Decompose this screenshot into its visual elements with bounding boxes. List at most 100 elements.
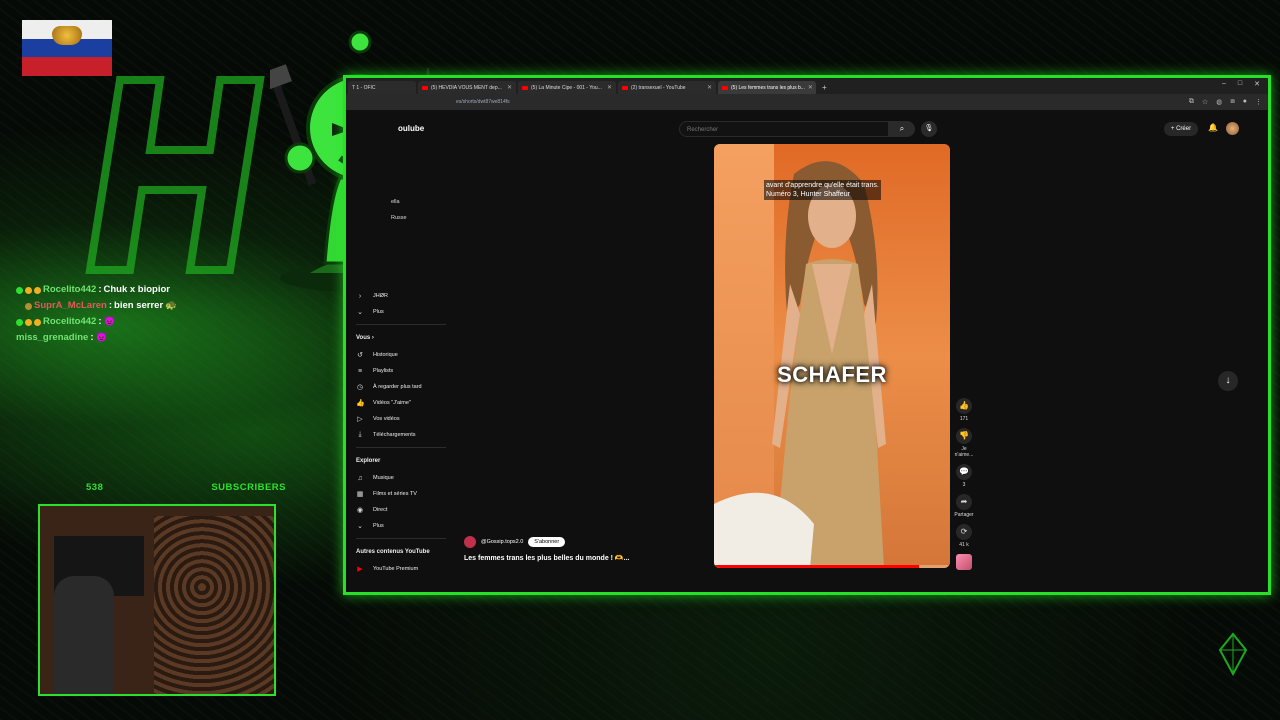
dislike-action[interactable]: 👎 Je n'aime...: [954, 428, 974, 458]
sidebar-item-films[interactable]: ▦ Films et séries TV: [356, 486, 446, 502]
badge-spacer: [16, 303, 23, 310]
sidebar-item-live[interactable]: ◉ Direct: [356, 502, 446, 518]
sidebar-item-history[interactable]: ↺ Historique: [356, 347, 446, 363]
chat-message: SuprA_McLaren : bien serrer 🐢: [16, 298, 216, 314]
youtube-icon: [622, 85, 628, 90]
sidebar-item-playlists[interactable]: ≡ Playlists: [356, 363, 446, 379]
sidebar-heading-you[interactable]: Vous ›: [356, 329, 446, 347]
like-icon[interactable]: 👍: [956, 398, 972, 414]
share-action[interactable]: ➦ Partager: [954, 494, 974, 518]
chat-message: Rocelito442 : Chuk x biopior: [16, 282, 216, 298]
url-text[interactable]: es/shorts/dwt87we814fs: [456, 99, 510, 105]
tab[interactable]: T 1 - OFIC: [348, 81, 416, 94]
russia-flag: [22, 20, 112, 76]
channel-avatar[interactable]: [464, 536, 476, 548]
youtube-icon: [722, 85, 728, 90]
comment-icon[interactable]: 💬: [956, 464, 972, 480]
sidebar-item-label: Direct: [373, 507, 388, 513]
sidebar-fragment[interactable]: Russe: [391, 210, 407, 226]
install-icon[interactable]: ⧉: [1189, 98, 1194, 106]
webcam-wall-artwork: [154, 516, 274, 694]
tab[interactable]: (2) transexuel - YouTube ✕: [618, 81, 716, 94]
comment-action[interactable]: 💬 3: [954, 464, 974, 488]
tab-active[interactable]: (5) Les femmes trans les plus b... ✕: [718, 81, 816, 94]
sidebar-item-more-explore[interactable]: ⌄ Plus: [356, 518, 446, 534]
browser-window: T 1 - OFIC (5) HEVDIA VOUS MENT dep... ✕ …: [343, 75, 1271, 595]
chat-separator: :: [90, 332, 94, 343]
sidebar-heading-explore: Explorer: [356, 452, 446, 470]
toolbar-icons: ⧉ ☆ ◍ ⧈ ● ⋮: [1189, 98, 1262, 106]
remix-action[interactable]: ⟳ 41 k: [954, 524, 974, 548]
close-icon[interactable]: ✕: [507, 84, 512, 91]
extension-icon[interactable]: ◍: [1216, 98, 1222, 106]
menu-icon[interactable]: ⋮: [1255, 98, 1262, 106]
share-icon[interactable]: ➦: [956, 494, 972, 510]
audio-track-thumbnail[interactable]: [956, 554, 972, 570]
video-title[interactable]: Les femmes trans les plus belles du mond…: [464, 554, 629, 562]
channel-name[interactable]: @Gossip.tops2.0: [481, 539, 523, 545]
avatar[interactable]: [1226, 122, 1239, 135]
webcam-panel: 538 SUBSCRIBERS: [36, 482, 286, 696]
like-action[interactable]: 👍 171: [954, 398, 974, 422]
coat-of-arms-icon: [52, 26, 82, 45]
channel-info: @Gossip.tops2.0 S'abonner: [464, 536, 566, 548]
webcam-video: [38, 504, 276, 696]
youtube-icon: [422, 85, 428, 90]
youtube-logo-fragment[interactable]: oulube: [398, 124, 424, 133]
search-icon[interactable]: ⌕: [889, 121, 915, 137]
video-caption: avant d'apprendre qu'elle était trans. N…: [764, 180, 881, 200]
sidebar-item-downloads[interactable]: ⤓ Téléchargements: [356, 427, 446, 443]
clock-icon: ◷: [356, 384, 364, 391]
chevron-down-icon: ⌄: [357, 523, 363, 530]
puzzle-icon[interactable]: ⧈: [1230, 98, 1234, 106]
tab[interactable]: (5) La Minute Cipe - 001 - You... ✕: [518, 81, 616, 94]
maximize-button[interactable]: □: [1238, 80, 1242, 88]
create-button[interactable]: + Créer: [1164, 122, 1198, 136]
chat-username: SuprA_McLaren: [34, 300, 107, 311]
chat-text: Chuk x biopior: [103, 284, 171, 295]
chevron-right-icon: ›: [371, 335, 374, 341]
sidebar-item-more[interactable]: ⌄ Plus: [356, 304, 446, 320]
video-progress-fill: [714, 565, 920, 568]
live-icon: ◉: [356, 507, 364, 514]
search-input[interactable]: Rechercher: [679, 121, 889, 137]
film-icon: ▦: [356, 491, 364, 498]
sidebar-item-jhor[interactable]: › JHØR: [356, 288, 446, 304]
tab-title: (2) transexuel - YouTube: [631, 84, 686, 91]
sidebar-item-watch-later[interactable]: ◷ À regarder plus tard: [356, 379, 446, 395]
next-video-button[interactable]: ↓: [1218, 371, 1238, 391]
video-progress-bar[interactable]: [714, 565, 950, 568]
dislike-icon[interactable]: 👎: [956, 428, 972, 444]
subscribe-button[interactable]: S'abonner: [528, 537, 566, 547]
sidebar-item-liked-videos[interactable]: 👍 Vidéos "J'aime": [356, 395, 446, 411]
short-video-player[interactable]: avant d'apprendre qu'elle était trans. N…: [714, 144, 950, 568]
minimize-button[interactable]: –: [1222, 80, 1226, 88]
notification-bell-icon[interactable]: 🔔: [1208, 123, 1218, 132]
sidebar-item-youtube-premium[interactable]: ▶ YouTube Premium: [356, 561, 446, 577]
sidebar-item-label: Vos vidéos: [373, 416, 400, 422]
close-window-button[interactable]: ✕: [1254, 80, 1260, 88]
remix-icon[interactable]: ⟳: [956, 524, 972, 540]
youtube-icon: [522, 85, 528, 90]
microphone-icon[interactable]: 🎙: [921, 121, 937, 137]
sidebar-item-your-videos[interactable]: ▷ Vos vidéos: [356, 411, 446, 427]
close-icon[interactable]: ✕: [607, 84, 612, 91]
badge-icon: [25, 302, 32, 310]
chat-message: miss_grenadine : 😈: [16, 330, 216, 346]
divider: [356, 538, 446, 539]
profile-icon[interactable]: ●: [1243, 98, 1247, 106]
close-icon[interactable]: ✕: [808, 84, 813, 91]
address-bar[interactable]: es/shorts/dwt87we814fs ⧉ ☆ ◍ ⧈ ● ⋮: [346, 94, 1268, 110]
channel-logo-icon: [85, 76, 265, 274]
sidebar-item-label: Historique: [373, 352, 398, 358]
tab[interactable]: (5) HEVDIA VOUS MENT dep... ✕: [418, 81, 516, 94]
bookmark-star-icon[interactable]: ☆: [1202, 98, 1208, 106]
sidebar-fragment[interactable]: ella: [391, 194, 407, 210]
youtube-sidebar: › JHØR ⌄ Plus Vous › ↺ Historique ≡ Playlist…: [356, 288, 446, 577]
sidebar-item-music[interactable]: ♫ Musique: [356, 470, 446, 486]
sidebar-item-label: Vidéos "J'aime": [373, 400, 411, 406]
sidebar-item-label: Plus: [373, 523, 384, 529]
close-icon[interactable]: ✕: [707, 84, 712, 91]
new-tab-button[interactable]: +: [822, 81, 827, 94]
action-label: 171: [959, 416, 969, 422]
